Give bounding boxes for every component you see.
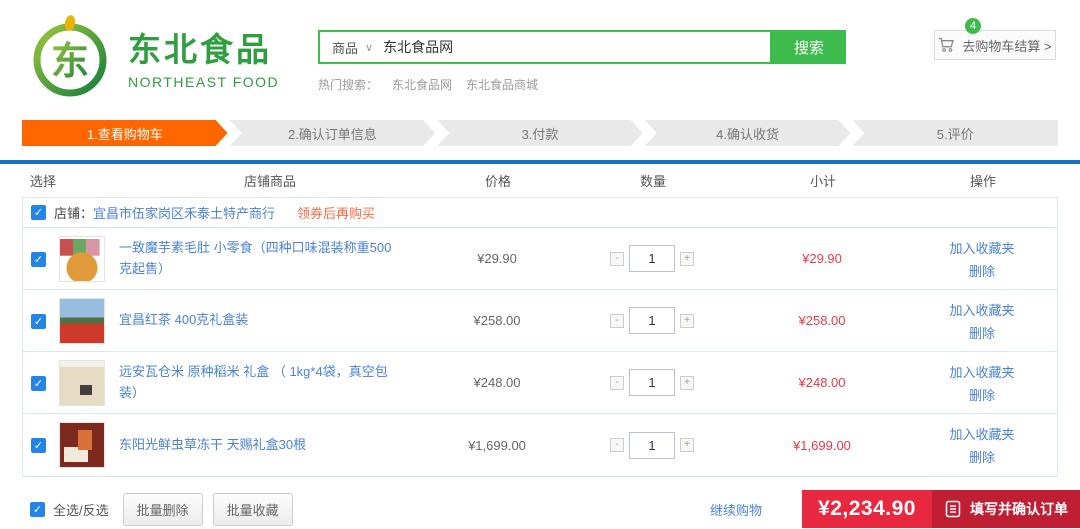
select-all-checkbox[interactable]: ✓ — [30, 502, 45, 517]
qty-increase-button[interactable]: + — [680, 376, 694, 390]
footer-checkout-group: 继续购物 ¥2,234.90 填写并确认订单 — [710, 490, 1080, 528]
product-title-link[interactable]: 东阳光鲜虫草冻干 天赐礼盒30根 — [119, 435, 397, 455]
item-checkbox[interactable]: ✓ — [31, 314, 46, 329]
shop-row: ✓ 店铺：宜昌市伍家岗区禾泰土特产商行 领券后再购买 — [23, 198, 1057, 228]
cart-total: ¥2,234.90 — [802, 490, 932, 528]
batch-favorite-button[interactable]: 批量收藏 — [213, 493, 293, 526]
table-body: ✓ 店铺：宜昌市伍家岗区禾泰土特产商行 领券后再购买 ✓ 一致魔芋素毛肚 小零食… — [22, 198, 1058, 477]
search-category-label: 商品 — [332, 38, 358, 57]
item-price: ¥1,699.00 — [427, 438, 567, 453]
item-checkbox[interactable]: ✓ — [31, 438, 46, 453]
step-confirm-receipt: 4.确认收货 — [645, 120, 851, 146]
cart-item-row: ✓ 宜昌红茶 400克礼盒装 ¥258.00 - + ¥258.00 加入收藏夹… — [23, 290, 1057, 352]
product-image[interactable] — [59, 422, 105, 468]
logo-text: 东北食品 NORTHEAST FOOD — [128, 23, 279, 90]
delete-link[interactable]: 删除 — [969, 261, 995, 280]
product-image[interactable] — [59, 360, 105, 406]
cart-table: 选择 店铺商品 价格 数量 小计 操作 ✓ 店铺：宜昌市伍家岗区禾泰土特产商行 … — [22, 164, 1058, 477]
select-all-label[interactable]: 全选/反选 — [53, 500, 109, 519]
confirm-order-button[interactable]: 填写并确认订单 — [932, 490, 1080, 528]
qty-decrease-button[interactable]: - — [610, 376, 624, 390]
search-box: 商品 ∨ 搜索 — [318, 30, 846, 64]
item-subtotal: ¥248.00 — [737, 375, 907, 390]
product-image[interactable] — [59, 236, 105, 282]
continue-shopping-link[interactable]: 继续购物 — [710, 500, 762, 519]
qty-increase-button[interactable]: + — [680, 314, 694, 328]
hot-search-row: 热门搜索： 东北食品网东北食品商城 — [318, 76, 846, 93]
item-subtotal: ¥1,699.00 — [737, 438, 907, 453]
table-header-row: 选择 店铺商品 价格 数量 小计 操作 — [22, 164, 1058, 198]
item-price: ¥29.90 — [427, 251, 567, 266]
add-favorite-link[interactable]: 加入收藏夹 — [949, 238, 1014, 257]
batch-delete-button[interactable]: 批量删除 — [123, 493, 203, 526]
site-logo[interactable]: 东 东北食品 NORTHEAST FOOD — [26, 12, 279, 100]
search-input[interactable] — [383, 32, 770, 62]
step-confirm-order: 2.确认订单信息 — [230, 120, 436, 146]
go-to-cart-button[interactable]: 4 去购物车结算 > — [934, 30, 1056, 60]
cart-footer: ✓ 全选/反选 批量删除 批量收藏 继续购物 ¥2,234.90 填写并确认订单 — [0, 490, 1080, 528]
logo-emblem-icon: 东 — [26, 12, 114, 100]
shop-checkbox[interactable]: ✓ — [31, 205, 46, 220]
cart-item-row: ✓ 东阳光鲜虫草冻干 天赐礼盒30根 ¥1,699.00 - + ¥1,699.… — [23, 414, 1057, 476]
logo-subtitle: NORTHEAST FOOD — [128, 74, 279, 90]
order-document-icon — [944, 500, 962, 518]
item-subtotal: ¥29.90 — [737, 251, 907, 266]
header-product: 店铺商品 — [112, 171, 428, 190]
go-to-cart-label: 去购物车结算 > — [962, 36, 1051, 55]
qty-input[interactable] — [629, 307, 675, 334]
logo-title: 东北食品 — [128, 23, 279, 71]
chevron-down-icon: ∨ — [365, 41, 373, 54]
svg-text:东: 东 — [51, 41, 89, 83]
qty-decrease-button[interactable]: - — [610, 438, 624, 452]
delete-link[interactable]: 删除 — [969, 323, 995, 342]
step-review: 5.评价 — [852, 120, 1058, 146]
add-favorite-link[interactable]: 加入收藏夹 — [949, 300, 1014, 319]
step-payment: 3.付款 — [437, 120, 643, 146]
add-favorite-link[interactable]: 加入收藏夹 — [949, 424, 1014, 443]
step-view-cart: 1.查看购物车 — [22, 120, 228, 146]
product-title-link[interactable]: 宜昌红茶 400克礼盒装 — [119, 310, 397, 330]
search-area: 商品 ∨ 搜索 热门搜索： 东北食品网东北食品商城 — [318, 30, 846, 93]
product-image[interactable] — [59, 298, 105, 344]
item-checkbox[interactable]: ✓ — [31, 252, 46, 267]
qty-input[interactable] — [629, 369, 675, 396]
product-title-link[interactable]: 远安瓦仓米 原种稻米 礼盒 （ 1kg*4袋，真空包装） — [119, 362, 397, 402]
confirm-order-label: 填写并确认订单 — [970, 499, 1068, 519]
item-checkbox[interactable]: ✓ — [31, 376, 46, 391]
hot-search-label: 热门搜索： — [318, 78, 378, 92]
header-qty: 数量 — [568, 171, 738, 190]
search-category-dropdown[interactable]: 商品 ∨ — [320, 38, 383, 57]
hot-search-link-2[interactable]: 东北食品商城 — [466, 78, 538, 92]
cart-count-badge: 4 — [965, 18, 981, 34]
qty-increase-button[interactable]: + — [680, 252, 694, 266]
add-favorite-link[interactable]: 加入收藏夹 — [949, 362, 1014, 381]
shop-label: 店铺： — [54, 203, 93, 222]
qty-input[interactable] — [629, 245, 675, 272]
item-subtotal: ¥258.00 — [737, 313, 907, 328]
checkout-steps: 1.查看购物车 2.确认订单信息 3.付款 4.确认收货 5.评价 — [22, 120, 1058, 146]
shop-name-link[interactable]: 宜昌市伍家岗区禾泰土特产商行 — [93, 203, 275, 222]
page-header: 东 东北食品 NORTHEAST FOOD 商品 ∨ 搜索 热门搜索： 东北食品网… — [0, 0, 1080, 112]
qty-decrease-button[interactable]: - — [610, 252, 624, 266]
header-select: 选择 — [22, 171, 112, 190]
cart-icon — [938, 37, 955, 53]
delete-link[interactable]: 删除 — [969, 385, 995, 404]
product-title-link[interactable]: 一致魔芋素毛肚 小零食（四种口味混装称重500克起售） — [119, 238, 397, 278]
cart-item-row: ✓ 远安瓦仓米 原种稻米 礼盒 （ 1kg*4袋，真空包装） ¥248.00 -… — [23, 352, 1057, 414]
delete-link[interactable]: 删除 — [969, 447, 995, 466]
coupon-link[interactable]: 领券后再购买 — [297, 203, 375, 222]
qty-increase-button[interactable]: + — [680, 438, 694, 452]
search-button[interactable]: 搜索 — [772, 30, 846, 64]
hot-search-link-1[interactable]: 东北食品网 — [392, 78, 452, 92]
header-price: 价格 — [428, 171, 568, 190]
header-actions: 操作 — [908, 171, 1058, 190]
qty-decrease-button[interactable]: - — [610, 314, 624, 328]
item-price: ¥258.00 — [427, 313, 567, 328]
item-price: ¥248.00 — [427, 375, 567, 390]
cart-item-row: ✓ 一致魔芋素毛肚 小零食（四种口味混装称重500克起售） ¥29.90 - +… — [23, 228, 1057, 290]
header-subtotal: 小计 — [738, 171, 908, 190]
search-field-wrap: 商品 ∨ — [318, 30, 772, 64]
qty-input[interactable] — [629, 432, 675, 459]
